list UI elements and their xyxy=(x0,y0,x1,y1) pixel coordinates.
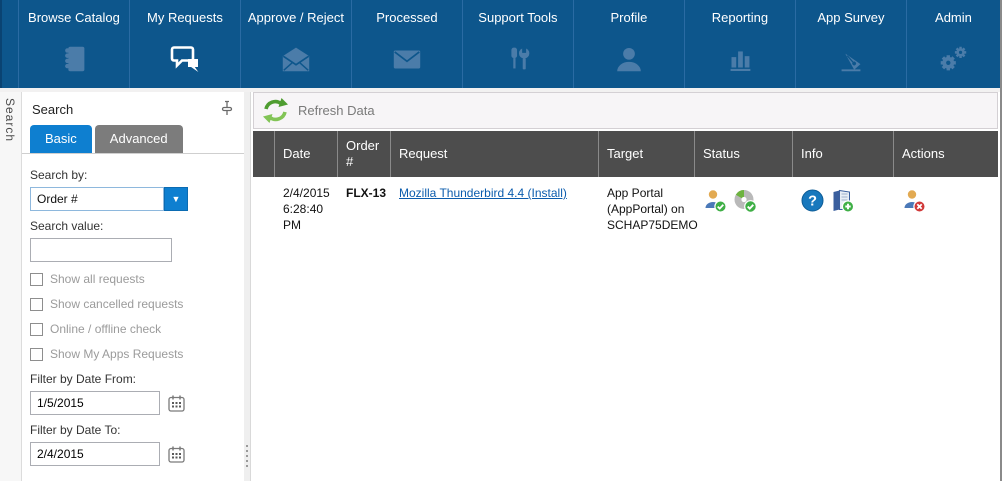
grid-header-row: Date Order # Request Target Status Info … xyxy=(253,131,998,177)
sidebar-tabs: Basic Advanced xyxy=(22,125,244,154)
checkbox-show-all-requests[interactable]: Show all requests xyxy=(30,272,244,286)
splitter-grip-icon xyxy=(246,445,248,467)
sidebar-splitter[interactable] xyxy=(244,92,251,481)
refresh-data-button[interactable] xyxy=(260,96,290,126)
nav-tab-label: Admin xyxy=(935,0,972,42)
top-nav: Browse Catalog My Requests Approve / Rej… xyxy=(0,0,1000,88)
date-from-row xyxy=(30,391,244,415)
table-row: 2/4/2015 6:28:40 PM FLX-13 Mozilla Thund… xyxy=(253,177,998,242)
catalog-icon xyxy=(57,42,91,76)
sidebar-title: Search xyxy=(32,102,73,117)
nav-tab-processed[interactable]: Processed xyxy=(352,0,463,88)
tab-advanced[interactable]: Advanced xyxy=(95,125,183,153)
pin-icon[interactable] xyxy=(220,100,234,119)
nav-tab-label: Browse Catalog xyxy=(28,0,120,42)
search-by-label: Search by: xyxy=(30,168,244,182)
nav-tab-support-tools[interactable]: Support Tools xyxy=(463,0,574,88)
search-sidebar: Search Basic Advanced Search by: Order #… xyxy=(22,92,244,481)
nav-tab-label: App Survey xyxy=(817,0,884,42)
row-selector-cell[interactable] xyxy=(253,177,275,242)
date-to-label: Filter by Date To: xyxy=(30,423,244,437)
open-envelope-icon xyxy=(279,42,313,76)
checkbox-label: Show My Apps Requests xyxy=(50,347,183,361)
nav-tab-browse-catalog[interactable]: Browse Catalog xyxy=(19,0,130,88)
tools-icon xyxy=(501,42,535,76)
cancel-request-icon[interactable] xyxy=(902,189,927,217)
column-header-request[interactable]: Request xyxy=(391,131,599,177)
calendar-icon[interactable] xyxy=(167,394,186,413)
row-date: 2/4/2015 6:28:40 PM xyxy=(275,177,338,242)
search-value-input[interactable] xyxy=(30,238,172,262)
search-by-dropdown[interactable]: Order # ▼ xyxy=(30,187,188,211)
nav-tab-label: Approve / Reject xyxy=(248,0,344,42)
nav-tab-label: My Requests xyxy=(147,0,223,42)
checkbox-show-my-apps-requests[interactable]: Show My Apps Requests xyxy=(30,347,244,361)
calendar-icon[interactable] xyxy=(167,445,186,464)
main-panel: Refresh Data Date Order # Request Target… xyxy=(251,92,1000,481)
checkbox-icon[interactable] xyxy=(30,298,43,311)
search-panel-strip: Search xyxy=(0,92,22,481)
nav-tab-reporting[interactable]: Reporting xyxy=(685,0,796,88)
nav-spacer xyxy=(2,0,19,88)
app-window: Browse Catalog My Requests Approve / Rej… xyxy=(0,0,1002,481)
requests-grid: Date Order # Request Target Status Info … xyxy=(253,131,998,242)
media-ready-icon[interactable] xyxy=(733,189,758,217)
column-header-selector[interactable] xyxy=(253,131,275,177)
date-from-label: Filter by Date From: xyxy=(30,372,244,386)
nav-tab-approve-reject[interactable]: Approve / Reject xyxy=(241,0,352,88)
checkbox-label: Online / offline check xyxy=(50,322,161,336)
nav-tab-label: Support Tools xyxy=(478,0,557,42)
gears-icon xyxy=(936,42,970,76)
checkbox-online-offline-check[interactable]: Online / offline check xyxy=(30,322,244,336)
row-order-number: FLX-13 xyxy=(338,177,391,242)
user-approved-icon[interactable] xyxy=(703,189,728,217)
chevron-down-icon[interactable]: ▼ xyxy=(164,187,188,211)
nav-tab-admin[interactable]: Admin xyxy=(907,0,1000,88)
checkbox-label: Show cancelled requests xyxy=(50,297,183,311)
chat-icon xyxy=(167,42,203,76)
request-link[interactable]: Mozilla Thunderbird 4.4 (Install) xyxy=(399,186,567,200)
checkbox-icon[interactable] xyxy=(30,348,43,361)
add-program-icon[interactable] xyxy=(830,189,855,217)
person-icon xyxy=(612,42,646,76)
checkbox-show-cancelled-requests[interactable]: Show cancelled requests xyxy=(30,297,244,311)
refresh-data-label[interactable]: Refresh Data xyxy=(298,103,375,118)
nav-tab-label: Profile xyxy=(611,0,648,42)
checkbox-icon[interactable] xyxy=(30,323,43,336)
bar-chart-icon xyxy=(723,42,757,76)
nav-tab-app-survey[interactable]: App Survey xyxy=(796,0,907,88)
row-status-cell xyxy=(695,177,793,242)
date-to-row xyxy=(30,442,244,466)
nav-tab-label: Reporting xyxy=(712,0,768,42)
tab-basic[interactable]: Basic xyxy=(30,125,92,153)
search-value-label: Search value: xyxy=(30,219,244,233)
checkbox-label: Show all requests xyxy=(50,272,145,286)
column-header-date[interactable]: Date xyxy=(275,131,338,177)
content-area: Search Search Basic Advanced Search by: … xyxy=(0,88,1000,481)
grid-toolbar: Refresh Data xyxy=(253,92,998,129)
row-actions-cell xyxy=(894,177,998,242)
date-to-input[interactable] xyxy=(30,442,160,466)
column-header-actions[interactable]: Actions xyxy=(894,131,998,177)
nav-tab-label: Processed xyxy=(376,0,437,42)
search-strip-label[interactable]: Search xyxy=(0,92,17,142)
column-header-target[interactable]: Target xyxy=(599,131,695,177)
svg-text:?: ? xyxy=(808,194,817,210)
sidebar-body: Search by: Order # ▼ Search value: Show … xyxy=(22,154,244,481)
column-header-order[interactable]: Order # xyxy=(338,131,391,177)
checkbox-icon[interactable] xyxy=(30,273,43,286)
nav-tab-my-requests[interactable]: My Requests xyxy=(130,0,241,88)
pen-icon xyxy=(834,42,868,76)
nav-tab-profile[interactable]: Profile xyxy=(574,0,685,88)
row-info-cell: ? xyxy=(793,177,894,242)
help-icon[interactable]: ? xyxy=(801,189,825,217)
sidebar-header: Search xyxy=(22,92,244,123)
date-from-input[interactable] xyxy=(30,391,160,415)
row-target: App Portal (AppPortal) on SCHAP75DEMO xyxy=(599,177,695,242)
column-header-status[interactable]: Status xyxy=(695,131,793,177)
envelope-icon xyxy=(390,42,424,76)
search-by-selected-value: Order # xyxy=(30,187,164,211)
column-header-info[interactable]: Info xyxy=(793,131,894,177)
